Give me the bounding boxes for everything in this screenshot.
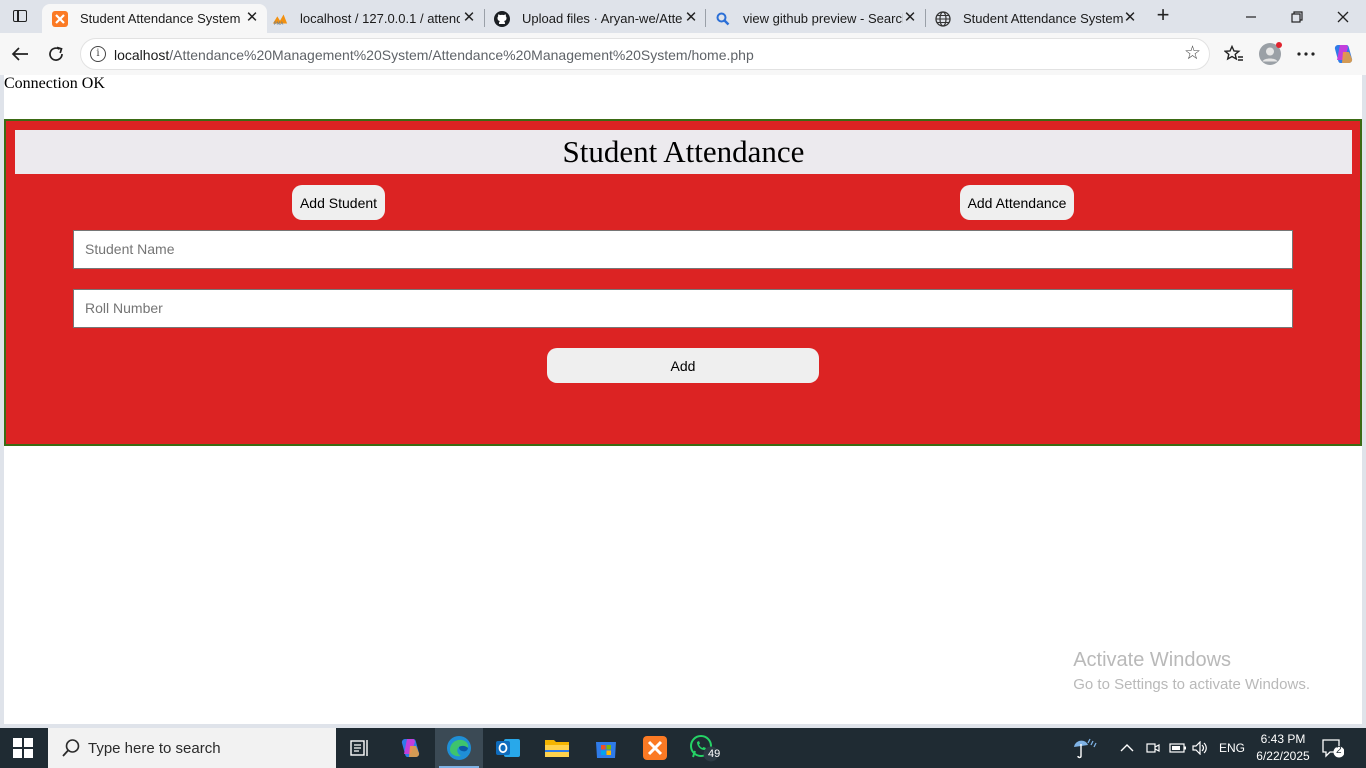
close-tab-icon[interactable]: ✕ xyxy=(1123,10,1137,25)
page-title: Student Attendance xyxy=(562,134,805,169)
notifications-icon[interactable]: 2 xyxy=(1322,738,1345,758)
browser-toolbar: i localhost/Attendance%20Management%20Sy… xyxy=(0,33,1366,75)
profile-avatar[interactable] xyxy=(1257,41,1283,67)
copilot-icon[interactable] xyxy=(1330,41,1356,67)
xampp-icon xyxy=(52,10,68,27)
tab-search[interactable]: view github preview - Search ✕ xyxy=(705,4,925,33)
chevron-up-icon[interactable] xyxy=(1120,728,1134,768)
notification-count: 2 xyxy=(1336,745,1342,756)
battery-icon[interactable] xyxy=(1169,728,1187,768)
restore-button[interactable] xyxy=(1274,0,1320,33)
page-content: Connection OK Student Attendance Add Stu… xyxy=(4,75,1362,724)
tab-title: view github preview - Search xyxy=(743,11,903,26)
site-info-icon[interactable]: i xyxy=(90,46,106,62)
close-tab-icon[interactable]: ✕ xyxy=(462,10,476,25)
tab-title: Upload files · Aryan-we/Attendance xyxy=(522,11,682,26)
taskbar-search[interactable]: Type here to search xyxy=(48,728,336,768)
phpmyadmin-icon: PMA xyxy=(272,11,288,27)
svg-text:PMA: PMA xyxy=(274,20,284,25)
tab-github-upload[interactable]: Upload files · Aryan-we/Attendance ✕ xyxy=(484,4,706,33)
xampp-taskbar-icon[interactable] xyxy=(631,728,679,768)
add-submit-button[interactable]: Add xyxy=(547,348,819,383)
microsoft-store-icon[interactable] xyxy=(582,728,630,768)
tab-student-attendance-2[interactable]: Student Attendance System ✕ xyxy=(925,4,1145,33)
file-explorer-icon[interactable] xyxy=(533,728,581,768)
edge-browser-icon[interactable] xyxy=(435,728,483,768)
globe-icon xyxy=(935,10,951,27)
close-tab-icon[interactable]: ✕ xyxy=(903,10,917,25)
minimize-button[interactable] xyxy=(1228,0,1274,33)
address-bar[interactable]: i localhost/Attendance%20Management%20Sy… xyxy=(80,38,1210,70)
search-placeholder: Type here to search xyxy=(88,740,221,757)
tab-title: Student Attendance System xyxy=(80,11,241,26)
windows-start-icon[interactable] xyxy=(13,738,33,758)
new-tab-button[interactable]: + xyxy=(1152,4,1174,27)
meet-now-icon[interactable] xyxy=(1146,728,1160,768)
add-student-button[interactable]: Add Student xyxy=(292,185,385,220)
favorite-star-icon[interactable]: ☆ xyxy=(1184,44,1201,64)
activate-windows-watermark: Activate Windows Go to Settings to activ… xyxy=(1073,649,1310,693)
tab-actions-icon[interactable] xyxy=(8,5,32,27)
taskbar: Type here to search 49 ENG 6:43 PM 6/22/… xyxy=(0,728,1366,768)
refresh-button[interactable] xyxy=(43,41,69,67)
add-attendance-button[interactable]: Add Attendance xyxy=(960,185,1074,220)
connection-status: Connection OK xyxy=(4,75,105,92)
title-bar: Student Attendance xyxy=(15,130,1352,174)
attendance-panel: Student Attendance Add Student Add Atten… xyxy=(4,119,1362,446)
close-tab-icon[interactable]: ✕ xyxy=(245,10,259,25)
close-tab-icon[interactable]: ✕ xyxy=(684,10,698,25)
search-icon xyxy=(60,737,82,759)
favorites-button[interactable] xyxy=(1221,41,1247,67)
volume-icon[interactable] xyxy=(1192,728,1208,768)
more-menu-icon[interactable] xyxy=(1293,41,1319,67)
github-icon xyxy=(494,10,510,27)
copilot-taskbar-icon[interactable] xyxy=(386,728,434,768)
roll-number-input[interactable]: Roll Number xyxy=(73,289,1293,328)
tab-strip: Student Attendance System ✕ PMA localhos… xyxy=(0,0,1366,33)
back-button[interactable] xyxy=(7,41,33,67)
weather-icon[interactable] xyxy=(1072,728,1098,768)
close-window-button[interactable] xyxy=(1320,0,1366,33)
system-clock[interactable]: 6:43 PM 6/22/2025 xyxy=(1252,731,1314,765)
language-indicator[interactable]: ENG xyxy=(1219,728,1245,768)
tab-title: Student Attendance System xyxy=(963,11,1123,26)
outlook-icon[interactable] xyxy=(484,728,532,768)
tab-title: localhost / 127.0.0.1 / attendance xyxy=(300,11,460,26)
tab-student-attendance[interactable]: Student Attendance System ✕ xyxy=(42,4,267,33)
student-name-input[interactable]: Student Name xyxy=(73,230,1293,269)
task-view-icon[interactable] xyxy=(336,728,384,768)
tab-phpmyadmin[interactable]: PMA localhost / 127.0.0.1 / attendance ✕ xyxy=(262,4,484,33)
url-text[interactable]: localhost/Attendance%20Management%20Syst… xyxy=(114,47,754,63)
whatsapp-icon[interactable]: 49 xyxy=(680,728,728,768)
search-icon xyxy=(715,11,731,27)
whatsapp-badge: 49 xyxy=(708,748,721,760)
